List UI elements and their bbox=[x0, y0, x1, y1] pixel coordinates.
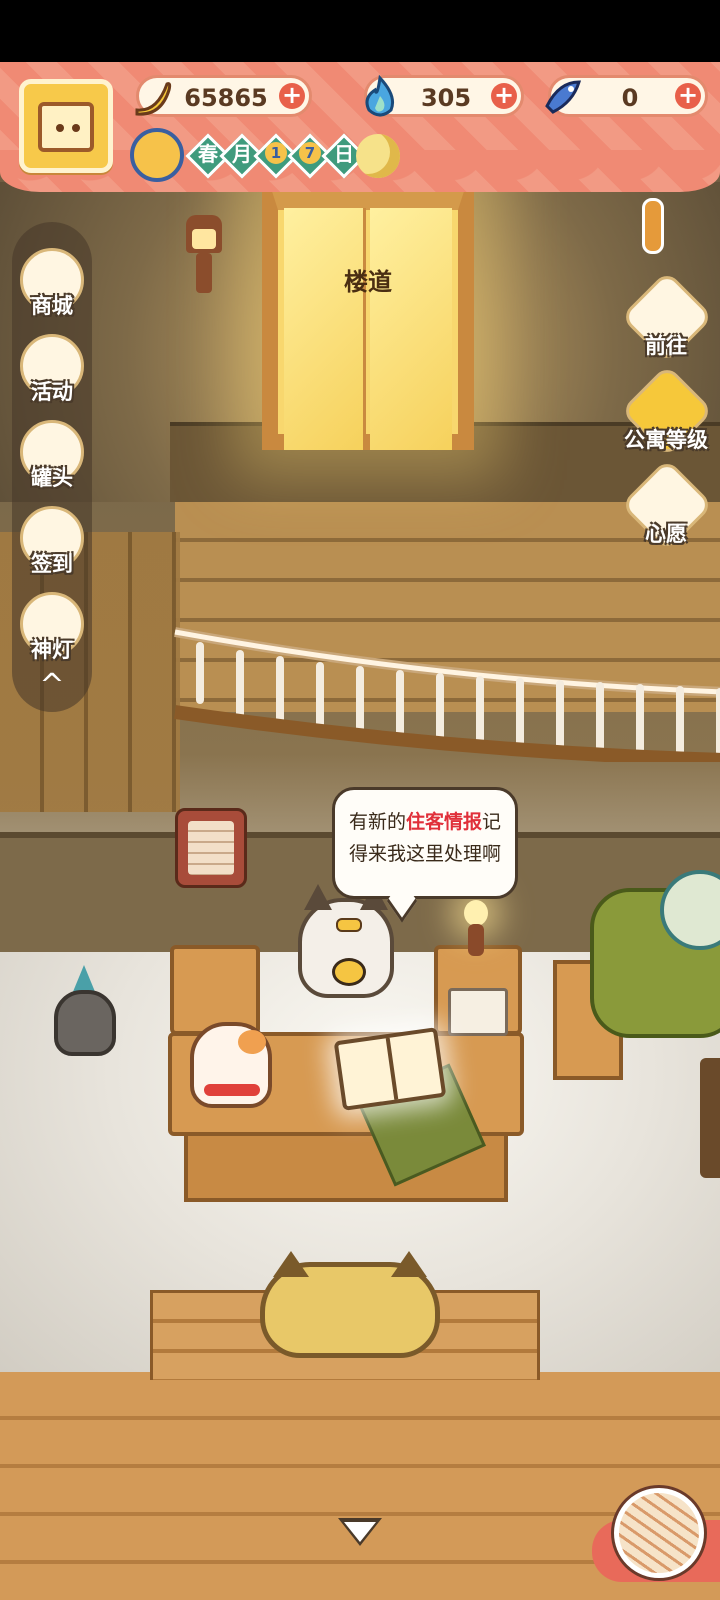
paper-note bbox=[448, 988, 508, 1036]
season-emblem-icon bbox=[130, 128, 184, 182]
fish-add-button[interactable]: + bbox=[675, 83, 701, 109]
gray-cat[interactable] bbox=[54, 990, 116, 1056]
elevator-sign: 楼道 bbox=[344, 268, 392, 296]
moon-night-icon[interactable] bbox=[356, 134, 400, 178]
ribbon-icon[interactable] bbox=[642, 198, 664, 254]
speech-bubble[interactable]: 有新的住客情报记 得来我这里处理啊 bbox=[332, 787, 518, 923]
yarn-ball-button[interactable] bbox=[614, 1488, 704, 1578]
sidebar-item-label: 神灯 bbox=[31, 638, 73, 662]
desk-lamp bbox=[458, 900, 494, 960]
guest-info-highlight: 住客情报 bbox=[405, 811, 482, 833]
sidebar-collapse-button[interactable]: ^ bbox=[26, 668, 78, 704]
elevator-door-right bbox=[370, 208, 452, 450]
date-day-digit-2: 7 bbox=[299, 142, 321, 164]
banana-add-button[interactable]: + bbox=[279, 83, 305, 109]
flame-add-button[interactable]: + bbox=[491, 83, 517, 109]
fish-icon bbox=[545, 80, 582, 114]
wish-button[interactable]: 心愿 bbox=[618, 458, 714, 558]
banana-value: 65865 bbox=[184, 84, 268, 112]
guest-info-book[interactable] bbox=[333, 1027, 447, 1111]
goto-button[interactable]: 前往 bbox=[618, 270, 714, 370]
fish-counter: 0 + bbox=[545, 75, 708, 117]
notice-board[interactable] bbox=[175, 808, 247, 888]
date-season: 春 bbox=[198, 142, 218, 166]
landlord-cat[interactable] bbox=[298, 884, 394, 998]
sidebar-item-cans[interactable]: 罐头 bbox=[14, 420, 90, 496]
goto-label: 前往 bbox=[645, 334, 687, 358]
sidebar-item-magic-lamp[interactable]: 神灯 bbox=[14, 592, 90, 668]
apartment-level-button[interactable]: 公寓等级 bbox=[618, 364, 714, 464]
date-month: 月 bbox=[232, 142, 252, 166]
sidebar-item-label: 罐头 bbox=[31, 466, 73, 490]
flame-counter: 305 + bbox=[364, 74, 524, 117]
balcony-railing bbox=[173, 627, 720, 762]
sidebar-item-shop[interactable]: 商城 bbox=[14, 248, 90, 324]
desk-chair bbox=[170, 945, 260, 1035]
sidebar-item-label: 商城 bbox=[31, 294, 73, 318]
bubble-line-2: 得来我这里处理啊 bbox=[348, 843, 501, 865]
apartment-level-label: 公寓等级 bbox=[624, 428, 708, 452]
sidebar-item-label: 签到 bbox=[31, 552, 73, 576]
scroll-down-button[interactable] bbox=[334, 1512, 386, 1552]
calico-cat[interactable] bbox=[190, 1022, 272, 1108]
bubble-line-1: 有新的住客情报记 bbox=[348, 811, 502, 833]
cat-doormat bbox=[260, 1251, 440, 1358]
blue-flame-icon bbox=[365, 74, 395, 117]
wish-label: 心愿 bbox=[645, 522, 687, 546]
flame-value: 305 bbox=[420, 84, 472, 112]
bowtie-icon bbox=[336, 918, 362, 932]
status-bar bbox=[0, 0, 720, 62]
coin-icon bbox=[332, 958, 366, 986]
player-avatar[interactable] bbox=[19, 79, 113, 173]
fish-value: 0 bbox=[621, 84, 639, 112]
sidebar-item-checkin[interactable]: 签到 bbox=[14, 506, 90, 582]
banana-counter: 65865 + bbox=[135, 75, 312, 117]
avatar-icon bbox=[38, 102, 94, 152]
plant-stand bbox=[700, 1058, 720, 1178]
sidebar-item-label: 活动 bbox=[31, 380, 73, 404]
date-day-digit-1: 1 bbox=[265, 142, 287, 164]
hallway-elevator[interactable] bbox=[262, 160, 474, 450]
banana-icon bbox=[135, 82, 172, 116]
sidebar-item-events[interactable]: 活动 bbox=[14, 334, 90, 410]
elevator-door-left bbox=[284, 208, 366, 450]
wall-lamp bbox=[180, 215, 228, 305]
